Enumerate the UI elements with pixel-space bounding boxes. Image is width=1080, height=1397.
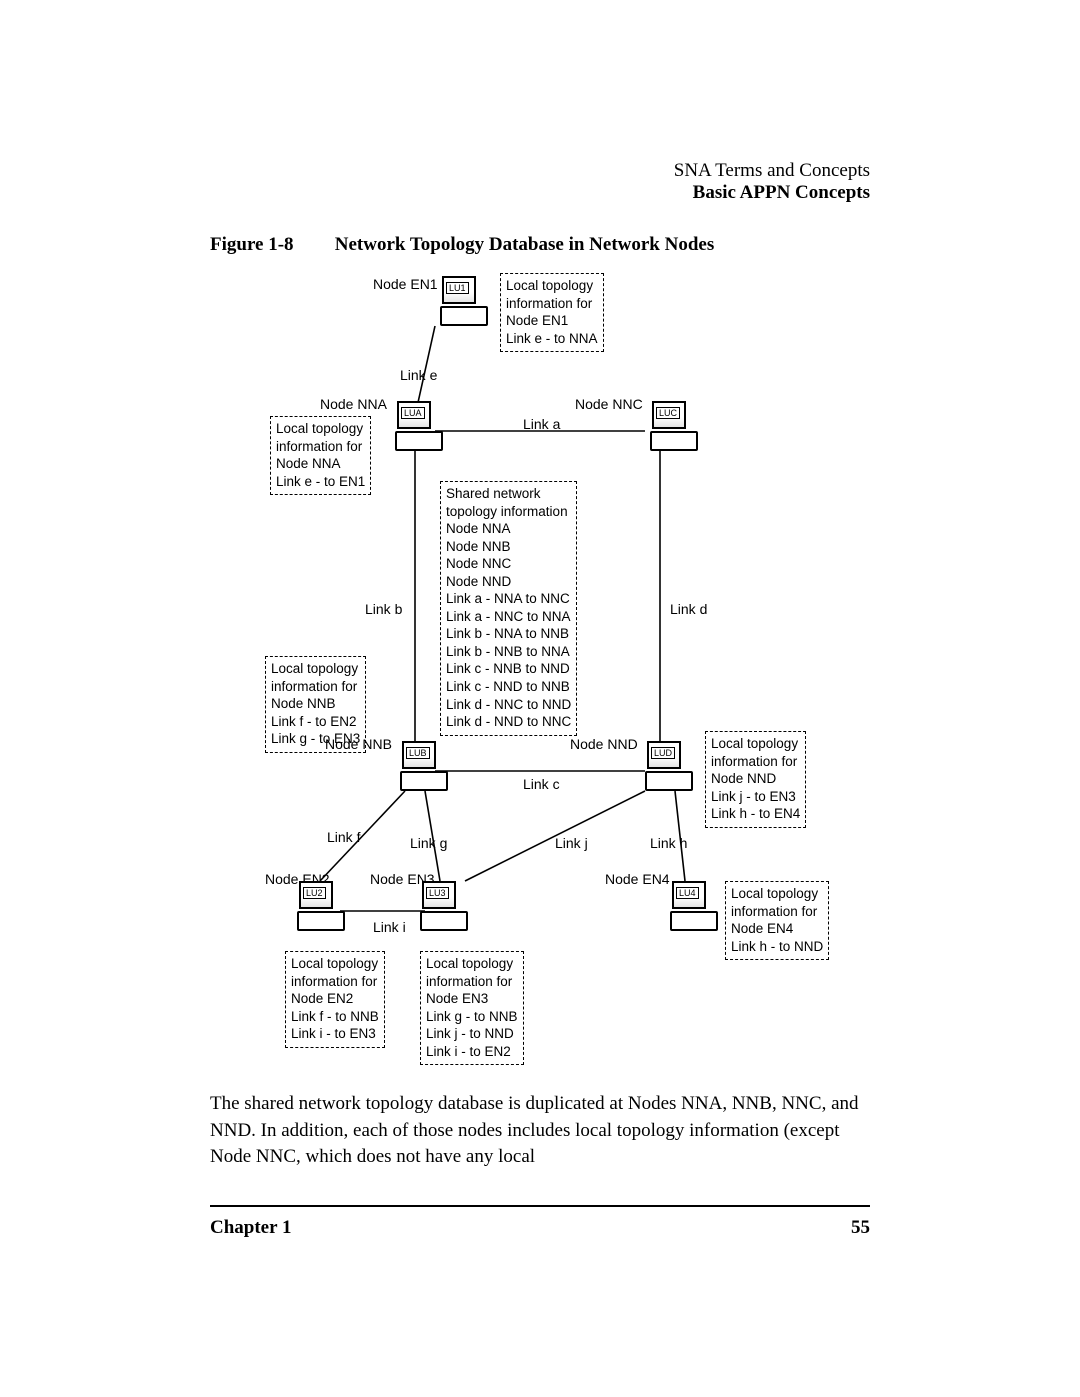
page-footer: Chapter 1 55 [210, 1217, 870, 1239]
topology-box-nna: Local topologyinformation forNode NNALin… [270, 416, 371, 495]
computer-icon: LU2 [297, 881, 345, 933]
topology-box-en2: Local topologyinformation forNode EN2Lin… [285, 951, 385, 1048]
figure-label: Figure 1-8 [210, 234, 330, 256]
figure-title: Network Topology Database in Network Nod… [335, 234, 715, 255]
computer-icon: LUC [650, 401, 698, 453]
link-e-label: Link e [400, 367, 437, 385]
node-en1-label: Node EN1 [373, 276, 438, 294]
node-nnd-label: Node NND [570, 736, 638, 754]
node-nnb-label: Node NNB [325, 736, 392, 754]
node-en4-label: Node EN4 [605, 871, 670, 889]
topology-box-nnd: Local topologyinformation forNode NNDLin… [705, 731, 806, 828]
topology-box-en3: Local topologyinformation forNode EN3Lin… [420, 951, 524, 1065]
network-topology-diagram: Node EN1 LU1 Local topologyinformation f… [265, 271, 815, 1061]
link-b-label: Link b [365, 601, 402, 619]
link-d-label: Link d [670, 601, 707, 619]
link-i-label: Link i [373, 919, 406, 937]
footer-rule [210, 1205, 870, 1207]
link-h-label: Link h [650, 835, 687, 853]
computer-icon: LU1 [440, 276, 488, 328]
node-nna-label: Node NNA [320, 396, 387, 414]
node-nnc-label: Node NNC [575, 396, 643, 414]
link-g-label: Link g [410, 835, 447, 853]
footer-page-number: 55 [851, 1217, 870, 1239]
header-section: SNA Terms and Concepts [210, 160, 870, 182]
computer-icon: LU4 [670, 881, 718, 933]
topology-box-en1: Local topologyinformation forNode EN1Lin… [500, 273, 604, 352]
computer-icon: LU3 [420, 881, 468, 933]
header-subsection: Basic APPN Concepts [210, 182, 870, 204]
link-f-label: Link f [327, 829, 360, 847]
computer-icon: LUD [645, 741, 693, 793]
body-paragraph: The shared network topology database is … [210, 1091, 870, 1171]
figure-caption: Figure 1-8 Network Topology Database in … [210, 234, 870, 256]
link-j-label: Link j [555, 835, 588, 853]
topology-box-en4: Local topologyinformation forNode EN4Lin… [725, 881, 829, 960]
footer-chapter: Chapter 1 [210, 1217, 291, 1239]
topology-box-shared: Shared networktopology informationNode N… [440, 481, 577, 736]
link-a-label: Link a [523, 416, 560, 434]
computer-icon: LUB [400, 741, 448, 793]
link-c-label: Link c [523, 776, 560, 794]
page-header: SNA Terms and Concepts Basic APPN Concep… [210, 160, 870, 204]
computer-icon: LUA [395, 401, 443, 453]
